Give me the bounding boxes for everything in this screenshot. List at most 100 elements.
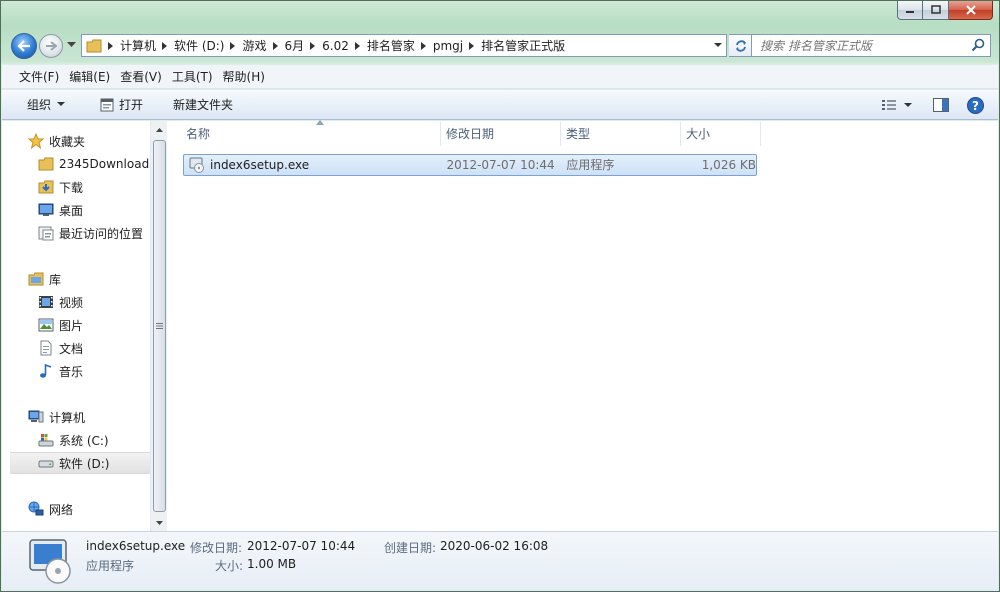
nav-item-recent-places[interactable]: 最近访问的位置 <box>2 222 150 244</box>
back-button[interactable] <box>11 33 37 59</box>
file-modified: 2012-07-07 10:44 <box>446 158 555 172</box>
details-filetype: 应用程序 <box>86 559 135 573</box>
address-bar[interactable]: 计算机 软件 (D:) 游戏 6月 6.02 排名管家 pmgj 排名管家正式版 <box>81 34 727 57</box>
nav-item-videos[interactable]: 视频 <box>2 291 150 313</box>
setup-exe-icon <box>189 157 204 173</box>
organize-label: 组织 <box>27 98 52 112</box>
breadcrumb-separator-icon[interactable] <box>230 41 236 50</box>
file-row[interactable]: index6setup.exe 2012-07-07 10:44 应用程序 1,… <box>183 154 757 176</box>
breadcrumb-separator-icon[interactable] <box>310 41 316 50</box>
nav-item-label: 音乐 <box>59 364 84 379</box>
libraries-icon <box>28 271 44 287</box>
menu-tools[interactable]: 工具(T) <box>167 66 218 88</box>
file-list: 名称 修改日期 类型 大小 index6setup.exe 2012-07-07… <box>167 120 998 531</box>
breadcrumb-item[interactable]: 6.02 <box>322 35 355 56</box>
breadcrumb-item[interactable]: 游戏 <box>242 35 272 56</box>
breadcrumb-separator-icon[interactable] <box>108 41 113 50</box>
column-name[interactable]: 名称 <box>181 120 441 146</box>
recent-pages-dropdown[interactable] <box>67 42 76 48</box>
new-folder-button[interactable]: 新建文件夹 <box>165 93 241 117</box>
menu-view[interactable]: 查看(V) <box>115 66 167 88</box>
menu-edit[interactable]: 编辑(E) <box>64 66 115 88</box>
scroll-down-button[interactable] <box>151 514 167 531</box>
file-size: 1,026 KB <box>701 158 757 172</box>
forward-button[interactable] <box>39 34 63 58</box>
nav-favorites-label: 收藏夹 <box>49 134 86 149</box>
nav-item-drive-d[interactable]: 软件 (D:) <box>10 452 150 474</box>
nav-item-label: 图片 <box>59 318 84 333</box>
file-type: 应用程序 <box>566 158 615 172</box>
help-button[interactable]: ? <box>962 94 988 116</box>
change-view-button[interactable] <box>876 94 902 116</box>
nav-favorites[interactable]: 收藏夹 <box>2 130 150 152</box>
column-type-label: 类型 <box>566 127 591 141</box>
menu-file[interactable]: 文件(F) <box>14 66 64 88</box>
arrow-left-icon <box>17 40 30 52</box>
chevron-down-icon <box>57 102 66 106</box>
open-app-icon <box>100 98 114 111</box>
nav-pane-scrollbar[interactable] <box>150 121 167 531</box>
breadcrumb-item[interactable]: pmgj <box>433 35 469 56</box>
menu-bar: 文件(F) 编辑(E) 查看(V) 工具(T) 帮助(H) <box>2 65 998 89</box>
scroll-down-icon <box>155 520 163 525</box>
nav-item-label: 下载 <box>59 180 84 195</box>
nav-item-downloads[interactable]: 下载 <box>2 176 150 198</box>
nav-computer-label: 计算机 <box>49 410 86 425</box>
nav-computer[interactable]: 计算机 <box>2 406 150 428</box>
system-drive-icon <box>38 432 54 448</box>
nav-item-pictures[interactable]: 图片 <box>2 314 150 336</box>
column-type[interactable]: 类型 <box>561 122 681 146</box>
breadcrumb-separator-icon[interactable] <box>420 41 426 50</box>
details-size-value: 1.00 MB <box>247 557 297 571</box>
column-size-label: 大小 <box>686 127 711 141</box>
address-row: 计算机 软件 (D:) 游戏 6月 6.02 排名管家 pmgj 排名管家正式版 <box>9 31 991 61</box>
scroll-thumb[interactable] <box>153 140 166 512</box>
address-dropdown-button[interactable] <box>710 35 726 56</box>
new-folder-label: 新建文件夹 <box>173 98 234 112</box>
folder-icon <box>86 39 102 52</box>
nav-item-desktop[interactable]: 桌面 <box>2 199 150 221</box>
column-modified[interactable]: 修改日期 <box>441 122 561 146</box>
help-icon: ? <box>966 96 984 114</box>
organize-button[interactable]: 组织 <box>19 93 78 117</box>
close-button[interactable] <box>949 1 993 20</box>
maximize-button[interactable] <box>923 1 949 20</box>
column-size[interactable]: 大小 <box>681 122 761 146</box>
details-created-value: 2020-06-02 16:08 <box>440 539 549 553</box>
breadcrumb-item[interactable]: 排名管家 <box>367 35 421 56</box>
scroll-up-button[interactable] <box>151 121 167 138</box>
breadcrumb-item[interactable]: 软件 (D:) <box>174 35 230 56</box>
nav-libraries[interactable]: 库 <box>2 268 150 290</box>
breadcrumb-separator-icon[interactable] <box>272 41 278 50</box>
nav-item-documents[interactable]: 文档 <box>2 337 150 359</box>
chevron-down-icon <box>904 102 912 107</box>
view-options-dropdown[interactable] <box>902 94 914 116</box>
folder-icon <box>38 156 54 172</box>
nav-item-label: 视频 <box>59 295 84 310</box>
breadcrumb-item[interactable]: 6月 <box>285 35 311 56</box>
details-filename: index6setup.exe <box>86 539 186 553</box>
document-icon <box>38 340 54 356</box>
nav-network[interactable]: 网络 <box>2 498 150 520</box>
breadcrumb-item[interactable]: 计算机 <box>120 35 162 56</box>
nav-item-drive-c[interactable]: 系统 (C:) <box>2 429 150 451</box>
preview-pane-button[interactable] <box>928 94 954 116</box>
minimize-button[interactable] <box>897 1 923 20</box>
open-button[interactable]: 打开 <box>92 93 151 117</box>
explorer-window: 计算机软件 (D:)游戏6月6.02排名管家pmgj排名管家正式版 文件(F) … <box>0 0 1000 592</box>
nav-item-music[interactable]: 音乐 <box>2 360 150 382</box>
navigation-pane: 收藏夹 2345Downloads 下载 桌面 最近访问的位置 库 视频 图片 … <box>2 121 150 531</box>
column-headers: 名称 修改日期 类型 大小 <box>181 120 761 146</box>
nav-item-2345downloads[interactable]: 2345Downloads <box>2 153 150 175</box>
breadcrumb-separator-icon[interactable] <box>162 41 168 50</box>
preview-pane-icon <box>933 98 949 112</box>
restore-icon <box>930 5 941 14</box>
menu-help[interactable]: 帮助(H) <box>218 66 270 88</box>
refresh-button[interactable] <box>729 34 753 57</box>
search-icon[interactable] <box>971 38 985 52</box>
breadcrumb-item[interactable]: 排名管家正式版 <box>481 35 571 56</box>
breadcrumb-separator-icon[interactable] <box>354 41 360 50</box>
breadcrumb-separator-icon[interactable] <box>469 41 475 50</box>
search-input[interactable] <box>760 38 965 53</box>
scroll-up-icon <box>155 127 163 132</box>
